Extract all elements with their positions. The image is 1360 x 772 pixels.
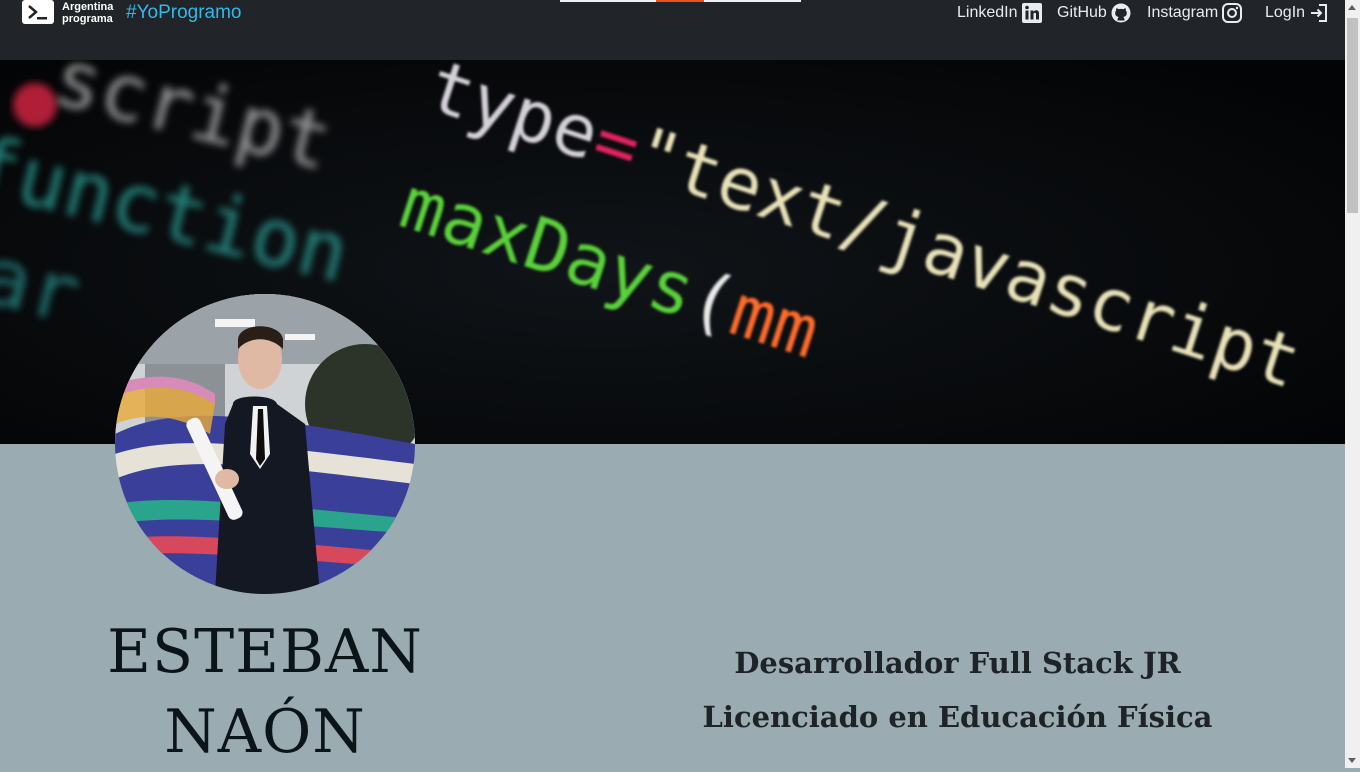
social-links: LinkedIn GitHub Instagram LogIn	[0, 0, 1345, 30]
login-icon	[1311, 4, 1328, 22]
linkedin-link[interactable]: LinkedIn	[957, 2, 1042, 24]
vertical-scrollbar[interactable]	[1345, 0, 1360, 768]
role-physical-education: Licenciado en Educación Física	[702, 700, 1213, 734]
login-label: LogIn	[1265, 4, 1306, 21]
last-name: NAÓN	[164, 697, 366, 767]
instagram-label: Instagram	[1147, 4, 1219, 21]
linkedin-label: LinkedIn	[957, 4, 1018, 21]
scroll-thumb[interactable]	[1347, 18, 1358, 213]
scroll-up-arrow-icon[interactable]	[1348, 5, 1356, 10]
linkedin-icon	[1021, 3, 1042, 23]
profile-roles: Desarrollador Full Stack JR Licenciado e…	[660, 636, 1255, 744]
instagram-link[interactable]: Instagram	[1147, 2, 1243, 24]
profile-name: ESTEBAN NAÓN	[105, 612, 425, 772]
github-link[interactable]: GitHub	[1057, 2, 1131, 24]
instagram-icon	[1222, 3, 1243, 23]
first-name: ESTEBAN	[107, 617, 423, 687]
login-link[interactable]: LogIn	[1265, 2, 1329, 24]
role-developer: Desarrollador Full Stack JR	[734, 646, 1181, 680]
scroll-down-arrow-icon[interactable]	[1348, 758, 1356, 763]
github-label: GitHub	[1057, 4, 1107, 21]
profile-avatar	[115, 294, 415, 594]
github-icon	[1111, 3, 1131, 23]
